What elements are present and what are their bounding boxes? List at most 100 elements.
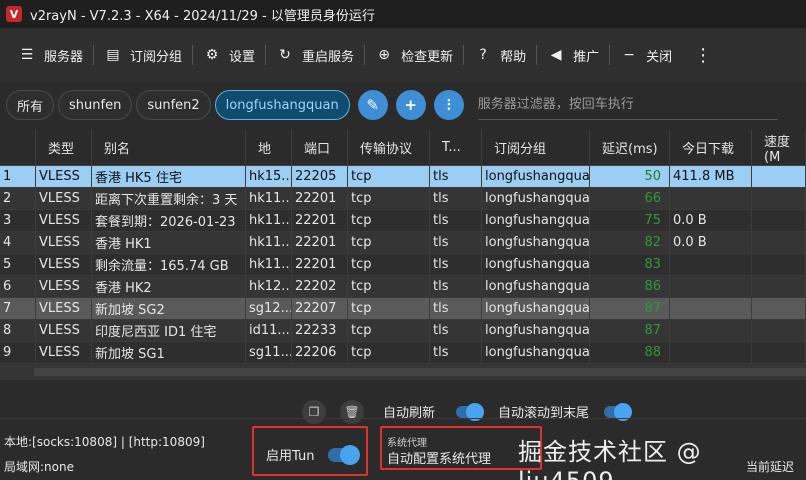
promote-icon: ◀ bbox=[550, 47, 562, 63]
cell-port: 22207 bbox=[292, 298, 348, 319]
cell-alias: 香港 HK2 bbox=[92, 276, 246, 297]
column-header-port[interactable]: 端口 bbox=[292, 130, 348, 165]
table-row[interactable]: 3VLESS套餐到期：2026-01-23hk11....22201tcptls… bbox=[0, 210, 806, 232]
cell-type: VLESS bbox=[36, 188, 92, 209]
horizontal-scrollbar[interactable] bbox=[0, 364, 806, 380]
cell-subscription: longfushangquan bbox=[482, 320, 590, 341]
system-proxy-caption: 系统代理 bbox=[387, 438, 427, 449]
cell-speed bbox=[752, 276, 806, 297]
cell-transport: tcp bbox=[348, 320, 430, 341]
adjust-group-button[interactable]: ⫶ bbox=[433, 90, 464, 120]
tun-toggle[interactable] bbox=[328, 445, 360, 465]
local-ports-info: 本地:[socks:10808] | [http:10809] bbox=[4, 435, 205, 449]
cell-port: 22201 bbox=[292, 210, 348, 231]
close-button[interactable]: − 关闭 bbox=[610, 38, 682, 72]
server-filter-input[interactable] bbox=[477, 90, 778, 120]
table-row[interactable]: 5VLESS剩余流量：165.74 GBhk11....22201tcptlsl… bbox=[0, 254, 806, 276]
cell-subscription: longfushangquan bbox=[482, 166, 590, 187]
table-row[interactable]: 4VLESS香港 HK1hk11....22201tcptlslongfusha… bbox=[0, 232, 806, 254]
group-chip-longfushangquan[interactable]: longfushangquan bbox=[214, 90, 350, 120]
column-header-transport[interactable]: 传输协议 bbox=[348, 130, 430, 165]
table-row[interactable]: 1VLESS香港 HK5 住宅hk15....22205tcptlslongfu… bbox=[0, 166, 806, 188]
window-title: v2rayN - V7.2.3 - X64 - 2024/11/29 - 以管理… bbox=[30, 8, 375, 24]
column-header-alias[interactable]: 别名 bbox=[92, 130, 246, 165]
cell-port: 22205 bbox=[292, 166, 348, 187]
table-row[interactable]: 7VLESS新加坡 SG2sg12....22207tcptlslongfush… bbox=[0, 298, 806, 320]
cell-tls: tls bbox=[430, 232, 482, 253]
cell-subscription: longfushangquan bbox=[482, 188, 590, 209]
title-bar: V v2rayN - V7.2.3 - X64 - 2024/11/29 - 以… bbox=[0, 0, 806, 28]
cell-speed bbox=[752, 298, 806, 319]
cell-index: 8 bbox=[0, 320, 36, 341]
restart-service-button[interactable]: ↻ 重启服务 bbox=[266, 38, 364, 72]
scrollbar-thumb[interactable] bbox=[34, 368, 806, 376]
table-row[interactable]: 6VLESS香港 HK2hk12....22202tcptlslongfusha… bbox=[0, 276, 806, 298]
cell-port: 22201 bbox=[292, 232, 348, 253]
group-chip-sunfen2[interactable]: sunfen2 bbox=[136, 90, 211, 120]
promote-button[interactable]: ◀ 推广 bbox=[537, 38, 609, 72]
copy-icon[interactable]: ❐ bbox=[302, 400, 326, 424]
cell-transport: tcp bbox=[348, 232, 430, 253]
cell-tls: tls bbox=[430, 342, 482, 363]
minus-icon: − bbox=[623, 47, 635, 63]
column-header-address[interactable]: 地 bbox=[246, 130, 292, 165]
cell-alias: 距离下次重置剩余：3 天 bbox=[92, 188, 246, 209]
cell-alias: 印度尼西亚 ID1 住宅 bbox=[92, 320, 246, 341]
group-chip-all[interactable]: 所有 bbox=[6, 90, 55, 120]
cell-transport: tcp bbox=[348, 254, 430, 275]
cell-transport: tcp bbox=[348, 166, 430, 187]
cell-index: 1 bbox=[0, 166, 36, 187]
check-update-button[interactable]: ⊕ 检查更新 bbox=[365, 38, 463, 72]
column-header-today-download[interactable]: 今日下载 bbox=[670, 130, 752, 165]
table-row[interactable]: 2VLESS距离下次重置剩余：3 天hk11....22201tcptlslon… bbox=[0, 188, 806, 210]
group-chip-shunfen[interactable]: shunfen bbox=[58, 90, 133, 120]
promote-label: 推广 bbox=[573, 49, 600, 65]
cell-address: sg11.... bbox=[246, 342, 292, 363]
cell-index: 6 bbox=[0, 276, 36, 297]
cell-port: 22201 bbox=[292, 188, 348, 209]
cell-address: sg12.... bbox=[246, 298, 292, 319]
check-update-icon: ⊕ bbox=[378, 47, 390, 63]
auto-scroll-toggle[interactable] bbox=[604, 403, 632, 421]
cell-delay: 88 bbox=[590, 342, 670, 363]
table-row[interactable]: 8 VLESS 印度尼西亚 ID1 住宅 id11.... 22233 tcp tls lon… bbox=[0, 320, 806, 342]
gear-icon: ⚙ bbox=[205, 47, 219, 63]
subscription-label: 订阅分组 bbox=[130, 49, 183, 65]
cell-speed bbox=[752, 342, 806, 363]
column-header-subscription[interactable]: 订阅分组 bbox=[482, 130, 590, 165]
auto-refresh-toggle[interactable] bbox=[456, 403, 484, 421]
cell-delay: 50 bbox=[590, 166, 670, 187]
table-row[interactable]: 9VLESS新加坡 SG1sg11....22206tcptlslongfush… bbox=[0, 342, 806, 364]
add-group-button[interactable]: + bbox=[395, 90, 426, 120]
cell-tls: tls bbox=[430, 254, 482, 275]
cell-index: 7 bbox=[0, 298, 36, 319]
help-button[interactable]: ? 帮助 bbox=[464, 38, 536, 72]
more-options-icon[interactable]: ⋮ bbox=[686, 45, 720, 66]
cell-speed bbox=[752, 320, 806, 341]
cell-speed bbox=[752, 254, 806, 275]
help-label: 帮助 bbox=[500, 49, 527, 65]
cell-delay: 86 bbox=[590, 276, 670, 297]
restart-label: 重启服务 bbox=[302, 49, 355, 65]
cell-delay: 87 bbox=[590, 298, 670, 319]
column-header-speed[interactable]: 速度(M bbox=[752, 130, 806, 165]
settings-button[interactable]: ⚙ 设置 bbox=[193, 38, 265, 72]
servers-button[interactable]: ☰ 服务器 bbox=[8, 38, 93, 72]
trash-icon[interactable]: 🗑 bbox=[340, 400, 364, 424]
column-header-index[interactable] bbox=[0, 130, 36, 165]
cell-tls: tls bbox=[430, 320, 482, 341]
cell-address: hk12.... bbox=[246, 276, 292, 297]
cell-type: VLESS bbox=[36, 232, 92, 253]
close-label: 关闭 bbox=[646, 49, 673, 65]
cell-delay: 75 bbox=[590, 210, 670, 231]
tun-label: 启用Tun bbox=[266, 449, 315, 464]
system-proxy-select[interactable]: 自动配置系统代理 bbox=[387, 448, 491, 467]
column-header-tls[interactable]: T... bbox=[430, 130, 482, 165]
servers-label: 服务器 bbox=[44, 49, 84, 65]
cell-delay: 83 bbox=[590, 254, 670, 275]
settings-label: 设置 bbox=[229, 49, 256, 65]
subscription-group-button[interactable]: ▤ 订阅分组 bbox=[94, 38, 192, 72]
column-header-delay[interactable]: 延迟(ms) bbox=[590, 130, 670, 165]
edit-group-button[interactable]: ✎ bbox=[357, 90, 388, 120]
column-header-type[interactable]: 类型 bbox=[36, 130, 92, 165]
